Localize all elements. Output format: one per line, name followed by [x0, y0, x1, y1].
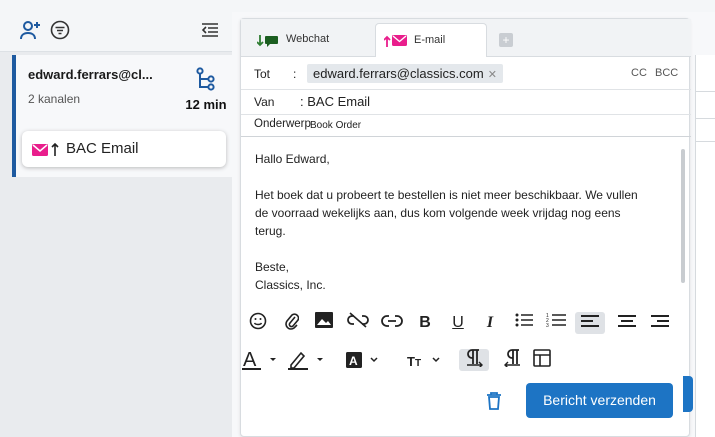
- tab-webchat[interactable]: Webchat: [249, 23, 373, 57]
- image-icon[interactable]: [311, 312, 337, 334]
- ltr-icon[interactable]: [459, 349, 489, 371]
- body-line: Classics, Inc.: [255, 278, 326, 292]
- from-row: Van : BAC Email: [241, 90, 691, 115]
- body-line: terug.: [255, 224, 286, 238]
- trash-icon[interactable]: [486, 391, 502, 416]
- channel-tabs: Webchat E-mail +: [241, 19, 691, 57]
- underline-icon[interactable]: U: [445, 312, 471, 334]
- align-center-icon[interactable]: [614, 312, 640, 334]
- body-line: Hallo Edward,: [255, 152, 330, 166]
- body-line: [255, 240, 665, 258]
- remove-recipient-icon[interactable]: ✕: [488, 69, 497, 81]
- conversation-sidebar: edward.ferrars@cl... 2 kanalen 12 min BA…: [0, 0, 232, 437]
- envelope-outgoing-icon: [383, 35, 408, 50]
- add-user-icon[interactable]: [20, 20, 42, 45]
- subject-row: Onderwerp Book Order: [241, 115, 691, 137]
- font-size-icon[interactable]: TT: [405, 349, 445, 371]
- branch-icon: [196, 67, 216, 96]
- svg-text:A: A: [349, 354, 358, 368]
- add-tab-button[interactable]: +: [499, 33, 513, 47]
- attach-icon[interactable]: [279, 312, 305, 334]
- subject-label: Onderwerp: [254, 118, 311, 130]
- highlight-icon[interactable]: [285, 349, 329, 371]
- svg-text:3: 3: [546, 323, 549, 328]
- text-background-icon[interactable]: A: [341, 349, 383, 371]
- top-strip: [232, 0, 715, 12]
- to-row: Tot : edward.ferrars@classics.com ✕ CC BC…: [241, 58, 691, 90]
- sidebar-toolbar: [0, 0, 232, 52]
- subject-input[interactable]: Book Order: [310, 120, 361, 131]
- recipient-chip[interactable]: edward.ferrars@classics.com ✕: [307, 64, 503, 83]
- channel-label: BAC Email: [66, 140, 139, 157]
- cc-button[interactable]: CC: [631, 67, 647, 79]
- tab-email-label: E-mail: [414, 34, 446, 46]
- email-composer: Webchat E-mail + Tot : edward.ferrars@cl…: [240, 18, 691, 437]
- svg-text:A: A: [243, 349, 257, 371]
- to-label: Tot: [254, 67, 271, 81]
- from-label: Van: [254, 95, 275, 109]
- svg-text:T: T: [415, 358, 421, 369]
- unlink-icon[interactable]: [345, 312, 371, 334]
- app-root: edward.ferrars@cl... 2 kanalen 12 min BA…: [0, 0, 715, 437]
- bullet-list-icon[interactable]: [511, 312, 537, 334]
- conversation-channel-count: 2 kanalen: [28, 92, 81, 106]
- align-left-icon[interactable]: [575, 312, 605, 334]
- bcc-button[interactable]: BCC: [655, 67, 678, 79]
- emoji-icon[interactable]: [245, 312, 271, 334]
- arrow-up-icon: [51, 142, 59, 161]
- recipient-address: edward.ferrars@classics.com: [313, 66, 484, 81]
- envelope-icon: [32, 143, 48, 161]
- body-line: Het boek dat u probeert te bestellen is …: [255, 188, 638, 202]
- send-message-button[interactable]: Bericht verzenden: [526, 383, 673, 418]
- link-icon[interactable]: [379, 312, 405, 334]
- chat-incoming-icon: [256, 34, 279, 51]
- body-line: [255, 168, 665, 186]
- numbered-list-icon[interactable]: 123: [543, 312, 569, 334]
- rtl-icon[interactable]: [499, 349, 525, 371]
- conversation-name: edward.ferrars@cl...: [28, 67, 153, 82]
- collapse-list-icon[interactable]: [201, 22, 219, 43]
- body-line: de voorraad wekelijks aan, dus kom volge…: [255, 206, 621, 220]
- email-body[interactable]: Hallo Edward, Het boek dat u probeert te…: [255, 150, 665, 294]
- font-color-icon[interactable]: A: [241, 349, 281, 371]
- align-right-icon[interactable]: [647, 312, 673, 334]
- body-line: Beste,: [255, 260, 290, 274]
- channel-item-bac-email[interactable]: BAC Email: [22, 131, 226, 167]
- side-panel-edge: [695, 55, 715, 437]
- filter-icon[interactable]: [50, 20, 70, 45]
- bold-icon[interactable]: B: [412, 312, 438, 334]
- svg-text:T: T: [407, 354, 415, 369]
- conversation-time: 12 min: [185, 97, 227, 112]
- from-value[interactable]: : BAC Email: [300, 94, 370, 109]
- to-separator: :: [293, 67, 297, 81]
- tab-email[interactable]: E-mail: [375, 23, 487, 57]
- italic-icon[interactable]: I: [477, 312, 503, 334]
- background-button-edge: [683, 376, 693, 412]
- body-scrollbar[interactable]: [681, 149, 685, 283]
- tab-webchat-label: Webchat: [286, 33, 330, 45]
- table-icon[interactable]: [529, 349, 555, 371]
